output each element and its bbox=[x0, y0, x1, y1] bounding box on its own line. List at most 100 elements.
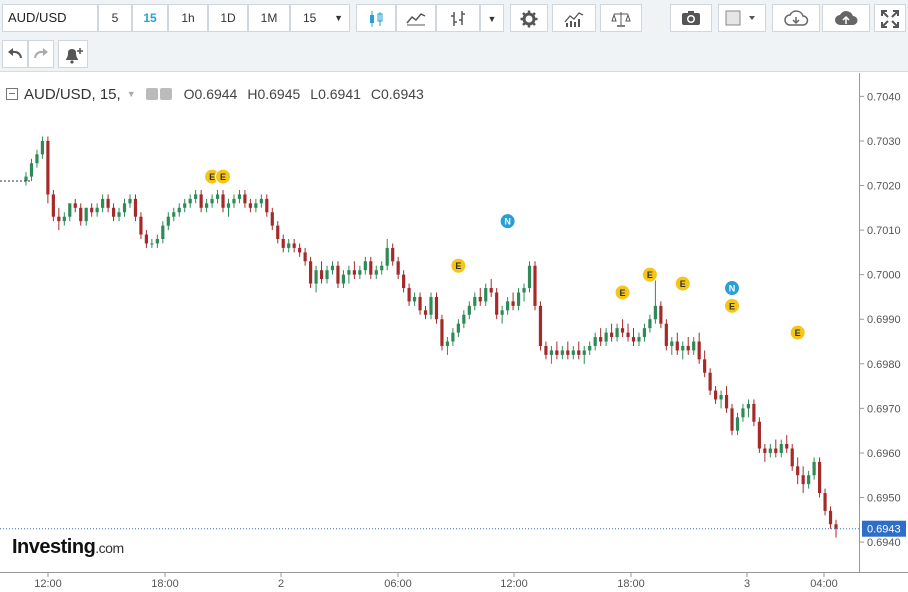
candle-body bbox=[194, 194, 198, 199]
candle-body bbox=[35, 154, 39, 164]
interval-5-button[interactable]: 5 bbox=[98, 4, 132, 32]
gear-icon bbox=[520, 10, 538, 28]
candle-body bbox=[117, 212, 121, 217]
candle-body bbox=[172, 212, 176, 217]
candle-body bbox=[385, 247, 389, 266]
candle-body bbox=[62, 216, 66, 222]
candle-body bbox=[571, 350, 575, 355]
add-alert-button[interactable] bbox=[58, 40, 88, 68]
interval-15-button[interactable]: 15 bbox=[132, 4, 168, 32]
candle-body bbox=[823, 493, 827, 511]
save-layout-button[interactable] bbox=[822, 4, 870, 32]
candle-body bbox=[308, 261, 313, 284]
toolbar-row-secondary bbox=[0, 36, 908, 72]
last-price-label: 0.6943 bbox=[867, 524, 901, 536]
price-tick-label: 0.6990 bbox=[867, 314, 901, 326]
candle-body bbox=[374, 270, 378, 275]
candle-body bbox=[631, 337, 636, 342]
candle-body bbox=[735, 417, 740, 431]
price-tick-label: 0.7000 bbox=[867, 270, 901, 282]
candle-body bbox=[73, 203, 77, 208]
price-tick-label: 0.6940 bbox=[867, 537, 901, 549]
candle-body bbox=[226, 203, 231, 208]
candle-body bbox=[582, 350, 586, 355]
compare-button[interactable] bbox=[600, 4, 642, 32]
screenshot-button[interactable] bbox=[670, 4, 712, 32]
collapse-legend-icon[interactable] bbox=[6, 88, 18, 100]
event-marker-label: E bbox=[680, 279, 686, 289]
bell-plus-icon bbox=[66, 48, 83, 64]
candle-body bbox=[812, 461, 816, 476]
candle-body bbox=[719, 395, 723, 400]
candle-body bbox=[615, 328, 619, 338]
candle-body bbox=[467, 305, 471, 315]
ohlc-bars-icon bbox=[451, 11, 465, 26]
price-tick-label: 0.6960 bbox=[867, 448, 901, 460]
candle-body bbox=[577, 350, 581, 355]
candle-body bbox=[363, 261, 367, 271]
candle-body bbox=[139, 216, 143, 235]
load-layout-button[interactable] bbox=[772, 4, 820, 32]
color-swatch-icon bbox=[725, 10, 755, 26]
candle-body bbox=[210, 198, 214, 204]
candle-body bbox=[319, 270, 324, 280]
candles-style-button[interactable] bbox=[356, 4, 396, 32]
candle-body bbox=[90, 207, 94, 213]
logo-name: Investing bbox=[12, 536, 96, 558]
chart-legend: AUD/USD, 15, ▼ O0.6944 H0.6945 L0.6941 C… bbox=[6, 83, 424, 105]
candle-body bbox=[336, 265, 340, 284]
candle-body bbox=[708, 372, 712, 391]
candle-body bbox=[29, 163, 34, 177]
undo-button[interactable] bbox=[2, 40, 28, 68]
candle-body bbox=[746, 403, 751, 409]
interval-select-value: 15 bbox=[303, 11, 317, 25]
bars-style-button[interactable] bbox=[436, 4, 480, 32]
event-marker-label: E bbox=[729, 301, 735, 311]
candle-body bbox=[205, 203, 209, 208]
gear-icon[interactable] bbox=[159, 88, 172, 100]
redo-button[interactable] bbox=[28, 40, 54, 68]
color-picker-button[interactable] bbox=[718, 4, 766, 32]
price-tick-label: 0.6970 bbox=[867, 403, 901, 415]
symbol-input[interactable]: AUD/USD bbox=[2, 4, 98, 32]
candle-body bbox=[697, 341, 701, 360]
time-tick-label: 04:00 bbox=[810, 578, 838, 590]
candle-body bbox=[796, 466, 800, 476]
candle-body bbox=[703, 359, 707, 373]
candle-body bbox=[325, 270, 329, 280]
redo-icon bbox=[34, 48, 48, 59]
candle-body bbox=[412, 296, 417, 302]
price-chart[interactable]: 0.7040 0.7030 0.7020 0.7010 0.7000 0.6990 0.69… bbox=[0, 73, 908, 592]
candle-body bbox=[653, 305, 657, 320]
candle-body bbox=[664, 323, 668, 346]
interval-1d-button[interactable]: 1D bbox=[208, 4, 248, 32]
candle-body bbox=[101, 198, 105, 208]
event-marker-label: E bbox=[220, 172, 226, 182]
event-marker-label: E bbox=[455, 261, 461, 271]
interval-select[interactable]: 15 ▼ bbox=[290, 4, 350, 32]
interval-1h-button[interactable]: 1h bbox=[168, 4, 208, 32]
candle-body bbox=[270, 212, 274, 226]
chart-style-dropdown[interactable]: ▼ bbox=[480, 4, 504, 32]
candle-body bbox=[199, 194, 203, 208]
settings-button[interactable] bbox=[510, 4, 548, 32]
candle-body bbox=[768, 448, 772, 453]
candle-body bbox=[500, 310, 504, 315]
candle-body bbox=[713, 390, 718, 400]
interval-1m-button[interactable]: 1M bbox=[248, 4, 290, 32]
line-style-button[interactable] bbox=[396, 4, 436, 32]
indicators-button[interactable] bbox=[552, 4, 596, 32]
candle-body bbox=[462, 314, 466, 324]
chevron-down-icon[interactable]: ▼ bbox=[127, 89, 136, 99]
price-tick-label: 0.7030 bbox=[867, 136, 901, 148]
price-tick-label: 0.6950 bbox=[867, 493, 901, 505]
chart-area[interactable]: 0.7040 0.7030 0.7020 0.7010 0.7000 0.6990 0.69… bbox=[0, 73, 908, 592]
candle-body bbox=[670, 341, 674, 346]
fullscreen-button[interactable] bbox=[874, 4, 906, 32]
candle-body bbox=[347, 270, 351, 275]
candle-body bbox=[642, 328, 647, 338]
candle-body bbox=[566, 350, 570, 355]
toolbar-row-main: AUD/USD 5 15 1h 1D 1M 15 ▼ ▼ bbox=[0, 0, 908, 36]
candle-body bbox=[434, 296, 439, 320]
eye-icon[interactable] bbox=[145, 88, 158, 100]
